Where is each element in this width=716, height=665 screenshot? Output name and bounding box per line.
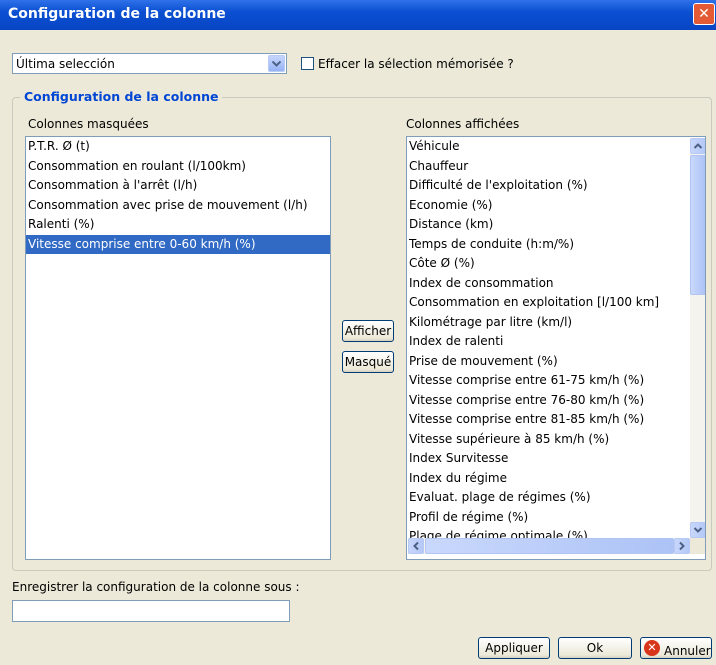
selection-dropdown-value: Última selección [16, 57, 115, 71]
close-button[interactable]: ✕ [693, 3, 715, 25]
shown-column-item[interactable]: Prise de mouvement (%) [407, 352, 690, 372]
cancel-button[interactable]: ✕ Annuler [640, 637, 712, 659]
vertical-scroll-thumb[interactable] [690, 155, 705, 295]
save-config-label: Enregistrer la configuration de la colon… [12, 580, 300, 594]
horizontal-scroll-thumb[interactable] [425, 538, 674, 554]
shown-column-item[interactable]: Consommation en exploitation [l/100 km] [407, 293, 690, 313]
hide-button[interactable]: Masqué [342, 351, 394, 373]
shown-column-item[interactable]: Index de consommation [407, 274, 690, 294]
window-title: Configuration de la colonne [8, 6, 226, 22]
title-bar: Configuration de la colonne ✕ [0, 0, 716, 30]
shown-column-item[interactable]: Vitesse comprise entre 61-75 km/h (%) [407, 371, 690, 391]
scroll-down-icon[interactable] [690, 522, 705, 538]
shown-column-item[interactable]: Economie (%) [407, 196, 690, 216]
apply-button[interactable]: Appliquer [478, 637, 550, 659]
hidden-column-item[interactable]: Consommation à l'arrêt (l/h) [26, 176, 330, 196]
close-icon: ✕ [698, 6, 710, 22]
shown-columns-list[interactable]: Véhicule Chauffeur Difficulté de l'exploit… [406, 136, 706, 560]
scroll-up-icon[interactable] [690, 138, 705, 154]
shown-column-item[interactable]: Distance (km) [407, 215, 690, 235]
clear-selection-checkbox[interactable] [301, 57, 314, 70]
scroll-corner [690, 538, 705, 554]
shown-column-item[interactable]: Vitesse supérieure à 85 km/h (%) [407, 430, 690, 450]
hidden-columns-label: Colonnes masquées [28, 117, 149, 131]
cancel-icon: ✕ [644, 640, 660, 656]
shown-column-item[interactable]: Profil de régime (%) [407, 508, 690, 528]
hidden-column-item[interactable]: Ralenti (%) [26, 215, 330, 235]
shown-columns-label: Colonnes affichées [406, 117, 520, 131]
hidden-columns-list[interactable]: P.T.R. Ø (t) Consommation en roulant (l/1… [25, 136, 331, 560]
shown-column-item[interactable]: Temps de conduite (h:m/%) [407, 235, 690, 255]
hidden-column-item[interactable]: Consommation avec prise de mouvement (l/… [26, 196, 330, 216]
group-title: Configuration de la colonne [20, 89, 223, 104]
shown-items: Véhicule Chauffeur Difficulté de l'exploit… [407, 137, 690, 547]
shown-column-item[interactable]: Chauffeur [407, 157, 690, 177]
shown-column-item[interactable]: Vitesse comprise entre 76-80 km/h (%) [407, 391, 690, 411]
shown-column-item[interactable]: Index de ralenti [407, 332, 690, 352]
shown-column-item[interactable]: Evaluat. plage de régimes (%) [407, 488, 690, 508]
shown-column-item[interactable]: Vitesse comprise entre 81-85 km/h (%) [407, 410, 690, 430]
shown-column-item[interactable]: Index Survitesse [407, 449, 690, 469]
hidden-column-item[interactable]: Consommation en roulant (l/100km) [26, 157, 330, 177]
shown-column-item[interactable]: Côte Ø (%) [407, 254, 690, 274]
clear-selection-label: Effacer la sélection mémorisée ? [318, 57, 514, 71]
hidden-column-item[interactable]: P.T.R. Ø (t) [26, 137, 330, 157]
shown-column-item[interactable]: Index du régime [407, 469, 690, 489]
ok-button[interactable]: Ok [558, 637, 632, 659]
shown-column-item[interactable]: Kilométrage par litre (km/l) [407, 313, 690, 333]
scroll-right-icon[interactable] [674, 538, 690, 554]
vertical-scrollbar[interactable] [690, 138, 705, 538]
scroll-left-icon[interactable] [408, 538, 424, 554]
show-button[interactable]: Afficher [342, 320, 394, 342]
cancel-label: Annuler [664, 644, 711, 658]
shown-column-item[interactable]: Véhicule [407, 137, 690, 157]
horizontal-scrollbar[interactable] [408, 538, 690, 554]
save-config-input[interactable] [12, 600, 290, 622]
chevron-down-icon[interactable] [268, 55, 285, 72]
hidden-column-item[interactable]: Vitesse comprise entre 0-60 km/h (%) [26, 234, 330, 254]
shown-column-item[interactable]: Difficulté de l'exploitation (%) [407, 176, 690, 196]
selection-dropdown[interactable]: Última selección [12, 53, 287, 74]
